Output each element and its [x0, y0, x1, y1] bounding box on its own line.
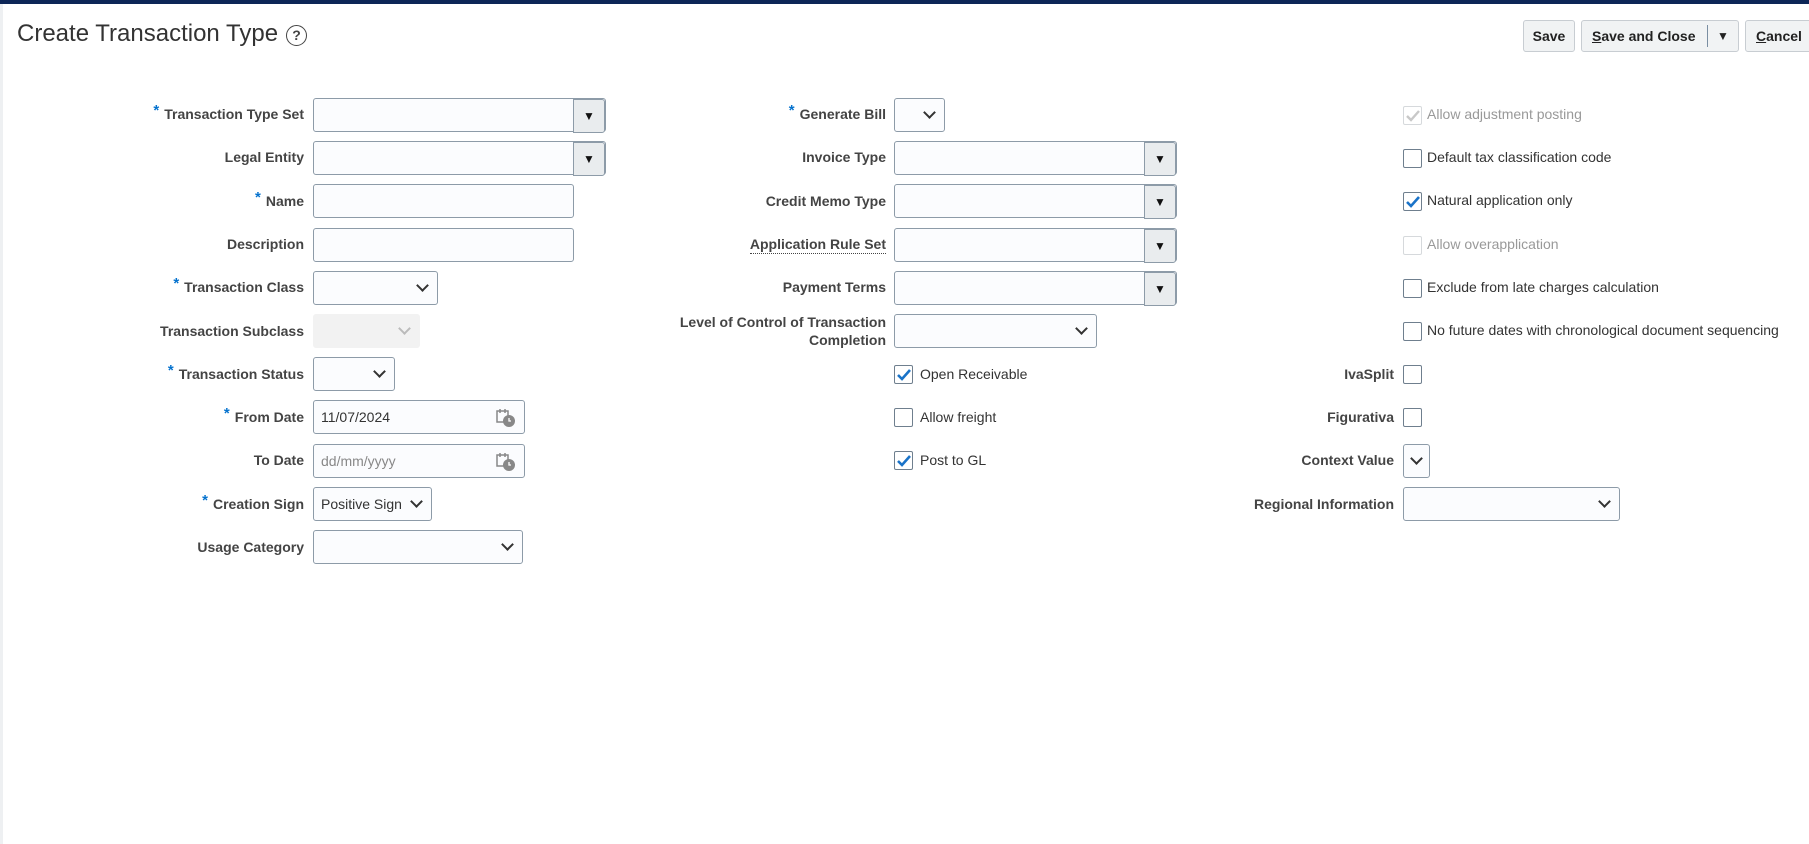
- allow-adjustment-posting-label: Allow adjustment posting: [1427, 106, 1582, 122]
- checkmark-icon: [1406, 110, 1420, 122]
- exclude-late-charges-label: Exclude from late charges calculation: [1427, 279, 1659, 295]
- column-3-labels: IvaSplit Figurativa Context Value Region…: [0, 0, 1394, 844]
- context-value-select[interactable]: [1403, 444, 1430, 478]
- save-and-close-label: ave and Close: [1601, 28, 1696, 44]
- figurativa-label: Figurativa: [1327, 409, 1394, 425]
- save-options-dropdown-icon[interactable]: ▼: [1717, 29, 1729, 43]
- figurativa-checkbox[interactable]: [1403, 408, 1422, 427]
- cancel-mnemonic: C: [1756, 28, 1767, 44]
- chevron-down-icon: [1598, 495, 1611, 508]
- cancel-button[interactable]: Cancel: [1745, 20, 1809, 52]
- iva-split-label: IvaSplit: [1344, 366, 1394, 382]
- context-value-label: Context Value: [1301, 452, 1394, 468]
- allow-adjustment-posting-checkbox: [1403, 106, 1422, 125]
- button-divider: [1707, 25, 1708, 47]
- allow-overapplication-checkbox: [1403, 236, 1422, 255]
- save-button[interactable]: Save: [1523, 20, 1575, 52]
- allow-overapplication-label: Allow overapplication: [1427, 236, 1559, 252]
- chevron-down-icon: [1410, 452, 1423, 465]
- regional-information-label: Regional Information: [1254, 496, 1394, 512]
- natural-application-only-label: Natural application only: [1427, 192, 1573, 208]
- no-future-dates-label: No future dates with chronological docum…: [1427, 322, 1779, 338]
- save-and-close-button[interactable]: Save and Close ▼: [1581, 20, 1739, 52]
- no-future-dates-checkbox[interactable]: [1403, 322, 1422, 341]
- natural-application-only-checkbox[interactable]: [1403, 192, 1422, 211]
- default-tax-classification-label: Default tax classification code: [1427, 149, 1612, 165]
- exclude-late-charges-checkbox[interactable]: [1403, 279, 1422, 298]
- save-and-close-mnemonic: S: [1592, 28, 1602, 44]
- cancel-label: ancel: [1766, 28, 1802, 44]
- regional-information-select[interactable]: [1403, 487, 1620, 521]
- iva-split-checkbox[interactable]: [1403, 365, 1422, 384]
- default-tax-classification-checkbox[interactable]: [1403, 149, 1422, 168]
- checkmark-icon: [1406, 196, 1420, 208]
